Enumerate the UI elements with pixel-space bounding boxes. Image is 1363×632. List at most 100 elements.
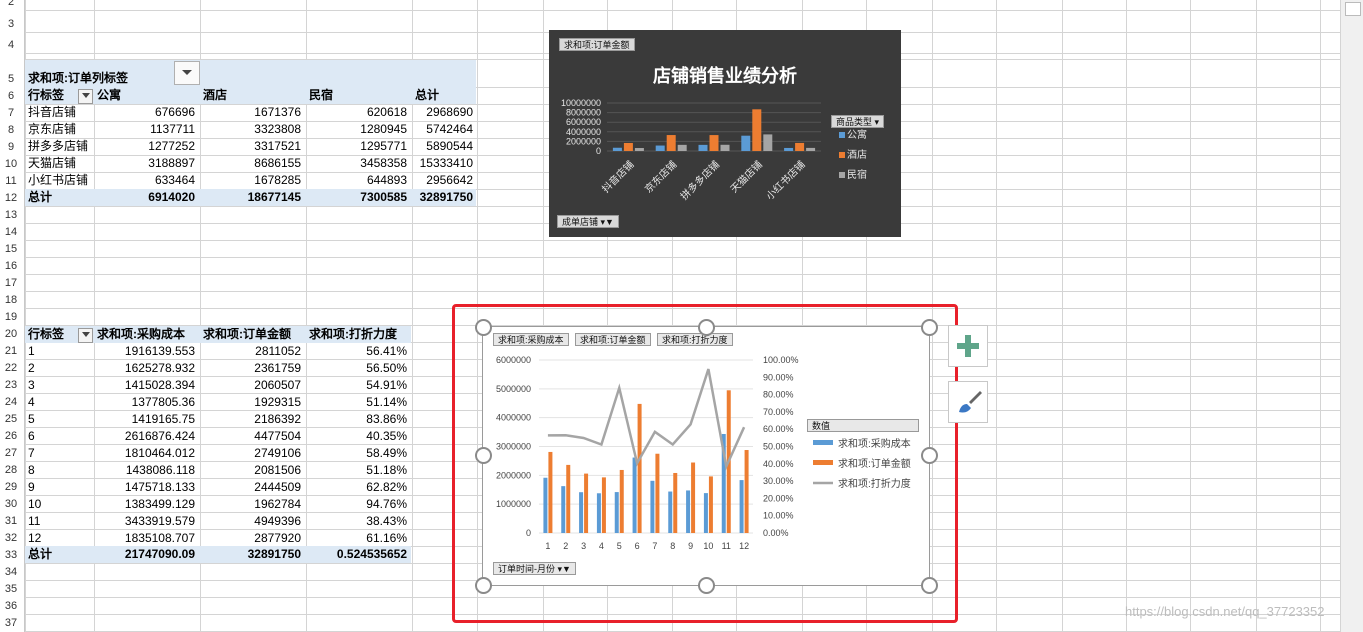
pivot2-row-value[interactable]: 2081506 — [203, 462, 301, 479]
row-number[interactable]: 35 — [0, 581, 22, 597]
pivot2-row-value[interactable]: 1625278.932 — [97, 360, 195, 377]
row-number[interactable]: 37 — [0, 615, 22, 631]
pivot1-total-value[interactable]: 6914020 — [97, 189, 195, 206]
pivot2-row-value[interactable]: 58.49% — [309, 445, 407, 462]
row-number[interactable]: 22 — [0, 360, 22, 376]
row-number[interactable]: 10 — [0, 156, 22, 172]
pivot2-row-value[interactable]: 1415028.394 — [97, 377, 195, 394]
pivot1-column-header[interactable]: 总计 — [415, 87, 439, 104]
pivot2-row-value[interactable]: 61.16% — [309, 530, 407, 547]
axis-chip-month[interactable]: 订单时间-月份 ▾▼ — [493, 562, 576, 575]
pivot2-row-value[interactable]: 51.14% — [309, 394, 407, 411]
pivot2-row-value[interactable]: 2877920 — [203, 530, 301, 547]
pivot2-row-value[interactable]: 4949396 — [203, 513, 301, 530]
row-number[interactable]: 6 — [0, 88, 22, 104]
row-number[interactable]: 7 — [0, 105, 22, 121]
row-number[interactable]: 19 — [0, 309, 22, 325]
monthly-combo-chart[interactable]: 求和项:采购成本 求和项:订单金额 求和项:打折力度 6000000 500000… — [482, 326, 930, 586]
pivot2-row-name[interactable]: 9 — [28, 479, 35, 496]
row-number[interactable]: 15 — [0, 241, 22, 257]
row-number[interactable]: 27 — [0, 445, 22, 461]
pivot2-row-value[interactable]: 2361759 — [203, 360, 301, 377]
row-number[interactable]: 29 — [0, 479, 22, 495]
row-number[interactable]: 5 — [0, 71, 22, 87]
row-number[interactable]: 11 — [0, 173, 22, 189]
resize-handle-ne[interactable] — [921, 319, 938, 336]
pivot1-row-value[interactable]: 3188897 — [97, 155, 195, 172]
pivot2-total-value[interactable]: 21747090.09 — [97, 546, 195, 563]
pivot2-row-value[interactable]: 1810464.012 — [97, 445, 195, 462]
pivot1-row-value[interactable]: 5742464 — [375, 121, 473, 138]
pivot1-column-header[interactable]: 民宿 — [309, 87, 333, 104]
pivot1-row-value[interactable]: 3323808 — [203, 121, 301, 138]
row-number[interactable]: 33 — [0, 547, 22, 563]
row-number[interactable]: 12 — [0, 190, 22, 206]
pivot2-row-value[interactable]: 56.41% — [309, 343, 407, 360]
pivot2-row-name[interactable]: 8 — [28, 462, 35, 479]
row-number[interactable]: 20 — [0, 326, 22, 342]
pivot2-row-name[interactable]: 2 — [28, 360, 35, 377]
row-number[interactable]: 8 — [0, 122, 22, 138]
row-number[interactable]: 21 — [0, 343, 22, 359]
resize-handle-s[interactable] — [698, 577, 715, 594]
pivot2-row-value[interactable]: 3433919.579 — [97, 513, 195, 530]
pivot1-row-value[interactable]: 2968690 — [375, 104, 473, 121]
row-filter-button[interactable] — [78, 89, 93, 104]
pivot2-row-value[interactable]: 2444509 — [203, 479, 301, 496]
pivot2-row-value[interactable]: 56.50% — [309, 360, 407, 377]
row-filter-button-2[interactable] — [78, 328, 93, 343]
pivot2-row-value[interactable]: 40.35% — [309, 428, 407, 445]
row-number[interactable]: 26 — [0, 428, 22, 444]
pivot2-row-name[interactable]: 3 — [28, 377, 35, 394]
pivot1-row-value[interactable]: 1277252 — [97, 138, 195, 155]
pivot2-row-value[interactable]: 2186392 — [203, 411, 301, 428]
resize-handle-sw[interactable] — [475, 577, 492, 594]
pivot2-row-value[interactable]: 1377805.36 — [97, 394, 195, 411]
pivot1-row-value[interactable]: 1678285 — [203, 172, 301, 189]
spreadsheet-grid[interactable]: 2 3 4 5 6 7 8 9 10 11 12 13 14 15 16 17 18 19 20 21 22 23 24 25… — [0, 0, 1363, 632]
row-header[interactable]: 2 3 4 5 6 7 8 9 10 11 12 13 14 15 16 17 18 19 20 21 22 23 24 25… — [0, 0, 25, 632]
column-filter-button[interactable] — [174, 61, 200, 85]
pivot2-column-header[interactable]: 求和项:订单金额 — [203, 326, 291, 343]
pivot1-row-value[interactable]: 1671376 — [203, 104, 301, 121]
axis-field-chip[interactable]: 成单店铺 ▾▼ — [557, 215, 619, 228]
pivot1-row-value[interactable]: 5890544 — [375, 138, 473, 155]
row-number[interactable]: 3 — [0, 16, 22, 32]
row-number[interactable]: 24 — [0, 394, 22, 410]
resize-handle-n[interactable] — [698, 319, 715, 336]
row-number[interactable]: 32 — [0, 530, 22, 546]
row-number[interactable]: 14 — [0, 224, 22, 240]
pivot2-row-name[interactable]: 6 — [28, 428, 35, 445]
pivot1-row-name[interactable]: 天猫店铺 — [28, 155, 76, 172]
scrollbar-thumb[interactable] — [1345, 2, 1361, 16]
legend-field-chip[interactable]: 商品类型 ▾ — [831, 115, 885, 128]
pivot1-row-value[interactable]: 15333410 — [375, 155, 473, 172]
legend-title-chip[interactable]: 数值 — [807, 419, 919, 432]
row-number[interactable]: 4 — [0, 37, 22, 53]
pivot2-row-value[interactable]: 1419165.75 — [97, 411, 195, 428]
pivot2-row-name[interactable]: 11 — [28, 513, 40, 530]
pivot2-row-value[interactable]: 1438086.118 — [97, 462, 195, 479]
row-number[interactable]: 2 — [0, 0, 22, 10]
vertical-scrollbar[interactable] — [1340, 0, 1363, 632]
pivot2-row-value[interactable]: 4477504 — [203, 428, 301, 445]
pivot1-row-value[interactable]: 2956642 — [375, 172, 473, 189]
pivot2-row-value[interactable]: 62.82% — [309, 479, 407, 496]
chart-styles-button[interactable] — [948, 381, 988, 423]
pivot1-column-header[interactable]: 公寓 — [97, 87, 121, 104]
row-number[interactable]: 34 — [0, 564, 22, 580]
pivot2-row-value[interactable]: 1475718.133 — [97, 479, 195, 496]
pivot2-total-value[interactable]: 32891750 — [203, 546, 301, 563]
store-sales-chart[interactable]: 求和项:订单金额 店铺销售业绩分析 10000000 8000000 6000000… — [549, 30, 901, 237]
pivot2-row-value[interactable]: 51.18% — [309, 462, 407, 479]
pivot2-column-header[interactable]: 求和项:打折力度 — [309, 326, 397, 343]
pivot1-row-name[interactable]: 京东店铺 — [28, 121, 76, 138]
pivot1-column-header[interactable]: 酒店 — [203, 87, 227, 104]
row-number[interactable]: 18 — [0, 292, 22, 308]
pivot2-row-name[interactable]: 7 — [28, 445, 35, 462]
pivot2-row-value[interactable]: 1929315 — [203, 394, 301, 411]
pivot2-row-value[interactable]: 2749106 — [203, 445, 301, 462]
row-number[interactable]: 36 — [0, 598, 22, 614]
row-number[interactable]: 17 — [0, 275, 22, 291]
row-number[interactable]: 16 — [0, 258, 22, 274]
